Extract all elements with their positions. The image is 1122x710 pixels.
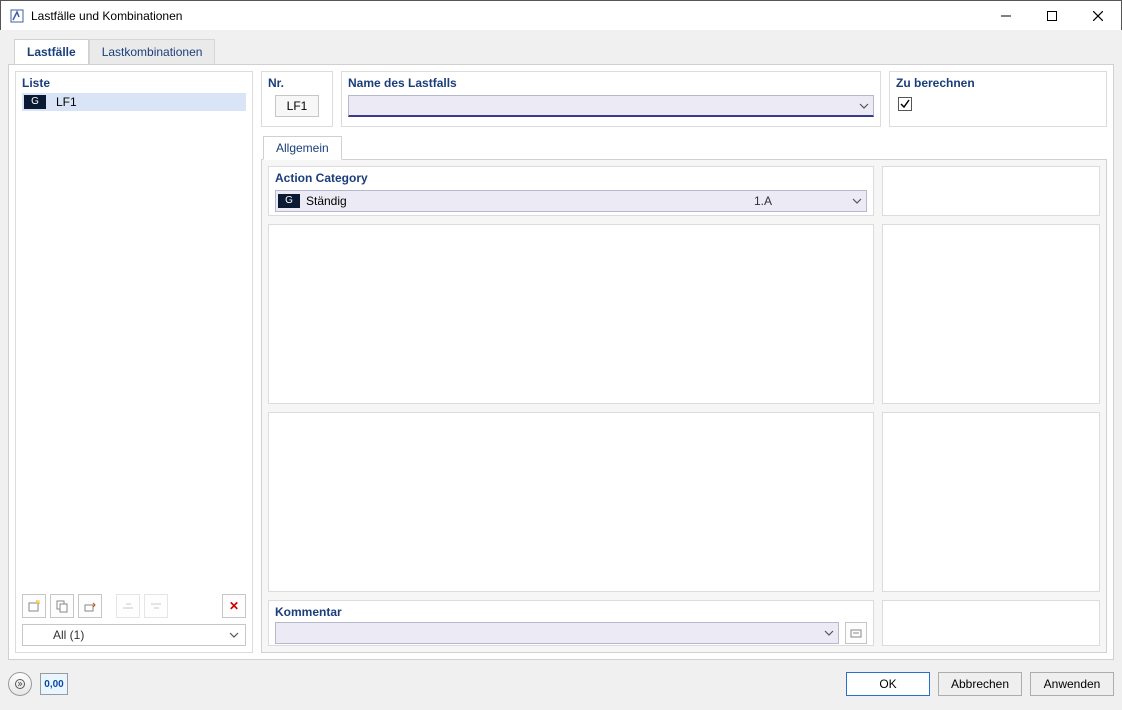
left-list-heading: Liste <box>22 76 246 93</box>
close-button[interactable] <box>1075 1 1121 31</box>
help-button[interactable] <box>8 672 32 696</box>
category-badge: G <box>278 194 300 208</box>
placeholder-box <box>268 224 874 404</box>
delete-loadcase-button[interactable]: ✕ <box>222 594 246 618</box>
chevron-down-icon <box>852 196 862 206</box>
units-button[interactable]: 0,00 <box>40 673 68 695</box>
list-item[interactable]: G LF1 <box>22 93 246 111</box>
chevron-down-icon <box>824 628 834 638</box>
ok-button[interactable]: OK <box>846 672 930 696</box>
left-list-group: Liste G LF1 <box>15 71 253 653</box>
comment-group: Kommentar <box>268 600 874 646</box>
nr-label: Nr. <box>268 76 326 93</box>
main-tabstrip: Lastfälle Lastkombinationen <box>14 38 1114 64</box>
action-category-select[interactable]: G Ständig 1.A <box>275 190 867 212</box>
sub-tabstrip: Allgemein <box>263 135 1107 159</box>
comment-label: Kommentar <box>275 605 867 622</box>
name-label: Name des Lastfalls <box>348 76 874 93</box>
calc-group: Zu berechnen <box>889 71 1107 127</box>
minimize-button[interactable] <box>983 1 1029 31</box>
tab-combinations[interactable]: Lastkombinationen <box>89 39 216 65</box>
cancel-button[interactable]: Abbrechen <box>938 672 1022 696</box>
action-category-group: Action Category G Ständig 1.A <box>268 166 874 216</box>
placeholder-box <box>882 166 1100 216</box>
shift-up-button <box>116 594 140 618</box>
sort-loadcases-button[interactable] <box>78 594 102 618</box>
tab-general[interactable]: Allgemein <box>263 136 342 160</box>
filter-value: All (1) <box>53 628 84 642</box>
loadcase-name-input[interactable] <box>348 95 874 117</box>
placeholder-box <box>882 224 1100 404</box>
copy-loadcase-button[interactable] <box>50 594 74 618</box>
action-category-label: Action Category <box>275 171 867 188</box>
title-bar: Lastfälle und Kombinationen <box>1 1 1121 31</box>
nr-value: LF1 <box>275 95 319 117</box>
app-icon <box>9 8 25 24</box>
chevron-down-icon <box>229 630 239 640</box>
list-item-label: LF1 <box>56 95 77 109</box>
calc-checkbox[interactable] <box>898 97 912 111</box>
left-toolbar: ✕ <box>22 590 246 624</box>
loadcase-list[interactable]: G LF1 <box>22 93 246 590</box>
new-loadcase-button[interactable] <box>22 594 46 618</box>
action-category-name: Ständig <box>306 194 754 208</box>
action-category-code: 1.A <box>754 194 852 208</box>
filter-select[interactable]: All (1) <box>22 624 246 646</box>
tab-loadcases[interactable]: Lastfälle <box>14 39 89 65</box>
shift-down-button <box>144 594 168 618</box>
placeholder-box <box>268 412 874 592</box>
nr-group: Nr. LF1 <box>261 71 333 127</box>
general-tab-content: Action Category G Ständig 1.A <box>261 159 1107 653</box>
dialog-button-bar: 0,00 OK Abbrechen Anwenden <box>8 666 1114 702</box>
comment-input[interactable] <box>275 622 839 644</box>
category-badge: G <box>24 95 46 109</box>
window-title: Lastfälle und Kombinationen <box>31 9 182 23</box>
main-panel: Liste G LF1 <box>8 64 1114 660</box>
chevron-down-icon <box>859 101 869 111</box>
maximize-button[interactable] <box>1029 1 1075 31</box>
placeholder-box <box>882 412 1100 592</box>
name-group: Name des Lastfalls <box>341 71 881 127</box>
placeholder-box <box>882 600 1100 646</box>
apply-button[interactable]: Anwenden <box>1030 672 1114 696</box>
comment-edit-button[interactable] <box>845 622 867 644</box>
calc-label: Zu berechnen <box>896 76 1100 93</box>
